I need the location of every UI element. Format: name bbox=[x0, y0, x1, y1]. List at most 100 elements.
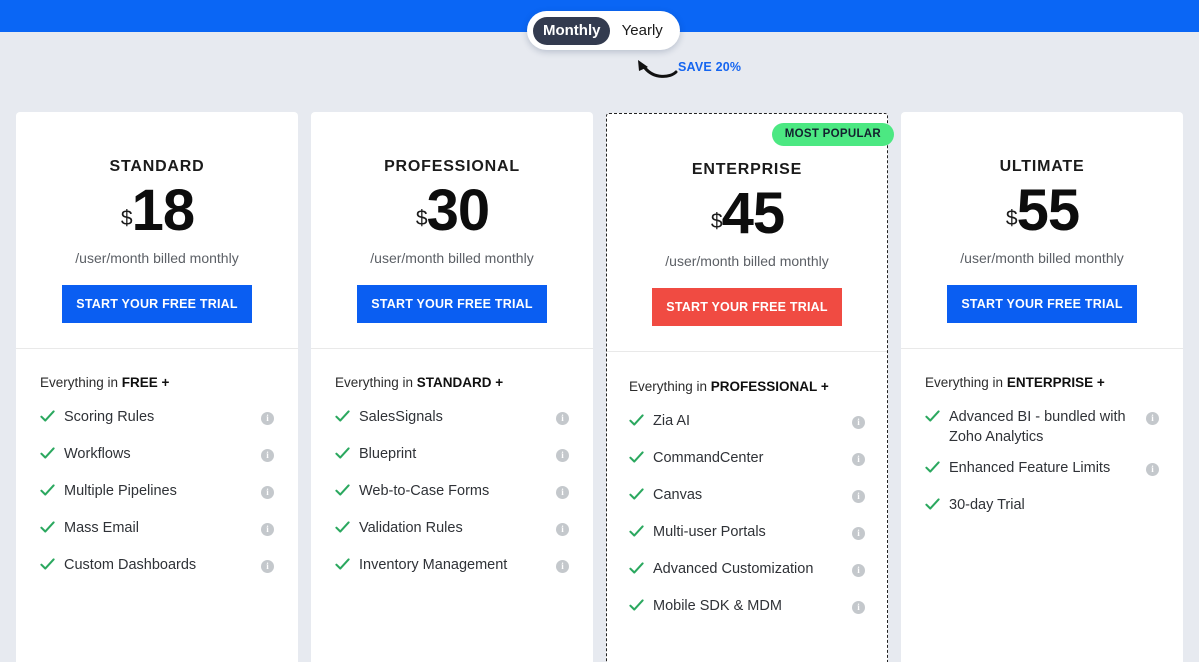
everything-in-label: Everything in STANDARD + bbox=[335, 375, 569, 390]
price-amount: 45 bbox=[721, 181, 786, 246]
plan-price: $30 bbox=[311, 182, 593, 240]
feature-label: Workflows bbox=[64, 446, 131, 462]
feature-label: Validation Rules bbox=[359, 520, 463, 536]
everything-in-label: Everything in FREE + bbox=[40, 375, 274, 390]
pricing-card: PROFESSIONAL $30/user/month billed monthl… bbox=[311, 112, 593, 662]
price-amount: 18 bbox=[131, 178, 196, 243]
feature-row: Multiple Pipelines i bbox=[40, 477, 274, 507]
plan-name: STANDARD bbox=[109, 158, 205, 175]
everything-prefix: Everything in bbox=[40, 375, 122, 390]
currency-symbol: $ bbox=[415, 207, 428, 230]
checkmark-icon bbox=[40, 447, 55, 459]
pricing-card: MOST POPULAR ENTERPRISE $45/user/month bil… bbox=[606, 113, 895, 662]
checkmark-icon bbox=[335, 521, 350, 533]
card-header: PROFESSIONAL $30/user/month billed monthl… bbox=[311, 112, 593, 349]
currency-symbol: $ bbox=[710, 210, 723, 233]
everything-in-label: Everything in ENTERPRISE + bbox=[925, 375, 1159, 390]
plan-price: $18 bbox=[16, 182, 298, 240]
everything-in-label: Everything in PROFESSIONAL + bbox=[629, 379, 865, 394]
feature-label: Canvas bbox=[653, 487, 703, 503]
checkmark-icon bbox=[40, 521, 55, 533]
info-icon[interactable]: i bbox=[556, 560, 569, 573]
feature-label: Mobile SDK & MDM bbox=[653, 598, 782, 614]
feature-label: Custom Dashboards bbox=[64, 557, 197, 573]
checkmark-icon bbox=[335, 558, 350, 570]
billing-note: /user/month billed monthly bbox=[370, 250, 534, 266]
feature-label: Zia AI bbox=[653, 413, 691, 429]
everything-prefix: Everything in bbox=[925, 375, 1007, 390]
info-icon[interactable]: i bbox=[852, 453, 866, 466]
feature-row: Custom Dashboards i bbox=[40, 551, 274, 581]
billing-note: /user/month billed monthly bbox=[960, 250, 1124, 266]
billing-period-toggle[interactable]: Monthly Yearly bbox=[527, 11, 680, 50]
checkmark-icon bbox=[40, 410, 55, 422]
info-icon[interactable]: i bbox=[261, 412, 274, 425]
checkmark-icon bbox=[629, 488, 644, 500]
feature-row: Web-to-Case Forms i bbox=[335, 477, 569, 507]
info-icon[interactable]: i bbox=[1146, 412, 1160, 425]
info-icon[interactable]: i bbox=[852, 527, 866, 540]
checkmark-icon bbox=[335, 484, 350, 496]
feature-label: Mass Email bbox=[64, 520, 139, 536]
feature-row: Zia AI i bbox=[629, 407, 866, 437]
feature-label: Multi-user Portals bbox=[653, 524, 766, 540]
info-icon[interactable]: i bbox=[261, 523, 274, 536]
everything-prefix: Everything in bbox=[629, 379, 711, 394]
everything-plan-name: FREE + bbox=[121, 375, 170, 390]
info-icon[interactable]: i bbox=[852, 564, 866, 577]
feature-label: Enhanced Feature Limits bbox=[949, 460, 1111, 476]
feature-label: Web-to-Case Forms bbox=[359, 483, 490, 499]
pricing-cards-row: STANDARD $18/user/month billed monthly STA… bbox=[16, 112, 1184, 662]
feature-label: Scoring Rules bbox=[64, 409, 155, 425]
most-popular-badge: MOST POPULAR bbox=[771, 123, 895, 146]
billing-note: /user/month billed monthly bbox=[75, 250, 239, 266]
feature-row: Mobile SDK & MDM i bbox=[629, 592, 866, 622]
info-icon[interactable]: i bbox=[261, 449, 274, 462]
feature-row: Blueprint i bbox=[335, 440, 569, 470]
card-header: STANDARD $18/user/month billed monthly STA… bbox=[16, 112, 298, 349]
card-features: Everything in PROFESSIONAL + Zia AI i Comma… bbox=[607, 352, 887, 662]
billing-note: /user/month billed monthly bbox=[665, 253, 829, 269]
toggle-option-monthly[interactable]: Monthly bbox=[533, 16, 611, 45]
plan-price: $45 bbox=[607, 185, 887, 243]
plan-name: ENTERPRISE bbox=[691, 161, 803, 178]
card-header: ENTERPRISE $45/user/month billed monthly S… bbox=[607, 114, 888, 352]
currency-symbol: $ bbox=[120, 207, 133, 230]
start-free-trial-button[interactable]: START YOUR FREE TRIAL bbox=[62, 285, 252, 323]
start-free-trial-button[interactable]: START YOUR FREE TRIAL bbox=[357, 285, 547, 323]
feature-label: Advanced Customization bbox=[653, 561, 814, 577]
plan-price: $55 bbox=[901, 182, 1183, 240]
feature-row: CommandCenter i bbox=[629, 444, 866, 474]
info-icon[interactable]: i bbox=[556, 486, 569, 499]
start-free-trial-button[interactable]: START YOUR FREE TRIAL bbox=[947, 285, 1138, 323]
feature-label: Advanced BI - bundled with Zoho Analytic… bbox=[949, 409, 1126, 445]
feature-row: Scoring Rules i bbox=[40, 403, 274, 433]
start-free-trial-button[interactable]: START YOUR FREE TRIAL bbox=[652, 288, 842, 326]
info-icon[interactable]: i bbox=[852, 601, 866, 614]
info-icon[interactable]: i bbox=[556, 412, 569, 425]
pricing-card: STANDARD $18/user/month billed monthly STA… bbox=[16, 112, 298, 662]
toggle-option-yearly[interactable]: Yearly bbox=[610, 17, 674, 45]
checkmark-icon bbox=[40, 484, 55, 496]
info-icon[interactable]: i bbox=[852, 416, 866, 429]
plan-name: ULTIMATE bbox=[999, 158, 1085, 175]
pricing-card: ULTIMATE $55/user/month billed monthly STA… bbox=[901, 112, 1184, 662]
feature-row: SalesSignals i bbox=[335, 403, 569, 433]
pricing-page: Monthly Yearly SAVE 20% STANDARD $18/user… bbox=[0, 0, 1199, 662]
info-icon[interactable]: i bbox=[556, 449, 569, 462]
feature-label: SalesSignals bbox=[359, 409, 443, 425]
info-icon[interactable]: i bbox=[261, 560, 274, 573]
checkmark-icon bbox=[629, 525, 644, 537]
info-icon[interactable]: i bbox=[852, 490, 866, 503]
feature-label: CommandCenter bbox=[653, 450, 764, 466]
card-features: Everything in FREE + Scoring Rules i Workfl… bbox=[16, 349, 298, 662]
checkmark-icon bbox=[925, 461, 940, 473]
info-icon[interactable]: i bbox=[261, 486, 274, 499]
info-icon[interactable]: i bbox=[1146, 463, 1160, 476]
price-amount: 30 bbox=[426, 178, 491, 243]
feature-row: Canvas i bbox=[629, 481, 866, 511]
info-icon[interactable]: i bbox=[556, 523, 569, 536]
checkmark-icon bbox=[335, 447, 350, 459]
card-header: ULTIMATE $55/user/month billed monthly STA… bbox=[901, 112, 1184, 349]
checkmark-icon bbox=[629, 562, 644, 574]
